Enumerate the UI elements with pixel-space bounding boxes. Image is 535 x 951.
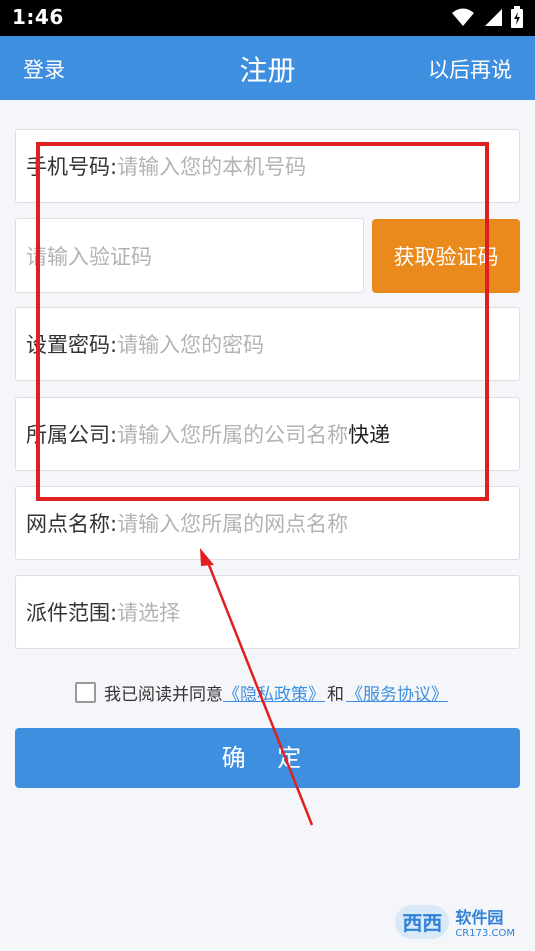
company-field[interactable]: 所属公司: 请输入您所属的公司名称 快递 — [15, 397, 520, 471]
confirm-button[interactable]: 确 定 — [15, 728, 520, 788]
delivery-range-select[interactable]: 请选择 — [117, 597, 180, 627]
password-field[interactable]: 设置密码: 请输入您的密码 — [15, 307, 520, 381]
branch-label: 网点名称: — [26, 512, 118, 536]
watermark-url: CR173.COM — [455, 928, 515, 939]
watermark-text: 软件园 — [455, 908, 504, 927]
service-agreement-link[interactable]: 《服务协议》 — [346, 680, 448, 705]
phone-label: 手机号码: — [26, 155, 118, 179]
wifi-icon — [452, 8, 474, 26]
watermark: 西西 软件园 CR173.COM — [395, 904, 515, 939]
agreement-checkbox[interactable] — [75, 682, 96, 703]
password-label: 设置密码: — [26, 333, 118, 357]
branch-field[interactable]: 网点名称: 请输入您所属的网点名称 — [15, 486, 520, 560]
company-label: 所属公司: — [26, 423, 118, 447]
company-input[interactable]: 请输入您所属的公司名称 — [117, 419, 348, 449]
privacy-policy-link[interactable]: 《隐私政策》 — [223, 680, 325, 705]
delivery-range-label: 派件范围: — [26, 601, 118, 625]
verification-code-input[interactable]: 请输入验证码 — [15, 218, 364, 293]
watermark-logo: 西西 — [395, 904, 450, 939]
get-code-button[interactable]: 获取验证码 — [372, 219, 520, 293]
battery-icon — [511, 6, 523, 28]
status-time: 1:46 — [12, 5, 64, 29]
delivery-range-field[interactable]: 派件范围: 请选择 — [15, 575, 520, 649]
status-bar: 1:46 — [0, 0, 535, 36]
agreement-text: 我已阅读并同意 — [104, 685, 223, 705]
agreement-and: 和 — [327, 685, 344, 705]
company-value: 快递 — [348, 423, 391, 447]
title-bar: 登录 注册 以后再说 — [0, 36, 535, 100]
branch-input[interactable]: 请输入您所属的网点名称 — [117, 508, 348, 538]
agreement-row: 我已阅读并同意 《隐私政策》 和 《服务协议》 — [75, 680, 448, 705]
status-icons — [451, 6, 523, 28]
password-input[interactable]: 请输入您的密码 — [117, 329, 264, 359]
phone-field[interactable]: 手机号码: 请输入您的本机号码 — [15, 129, 520, 203]
signal-icon — [485, 9, 502, 26]
phone-input[interactable]: 请输入您的本机号码 — [117, 151, 306, 181]
skip-button[interactable]: 以后再说 — [428, 54, 512, 84]
